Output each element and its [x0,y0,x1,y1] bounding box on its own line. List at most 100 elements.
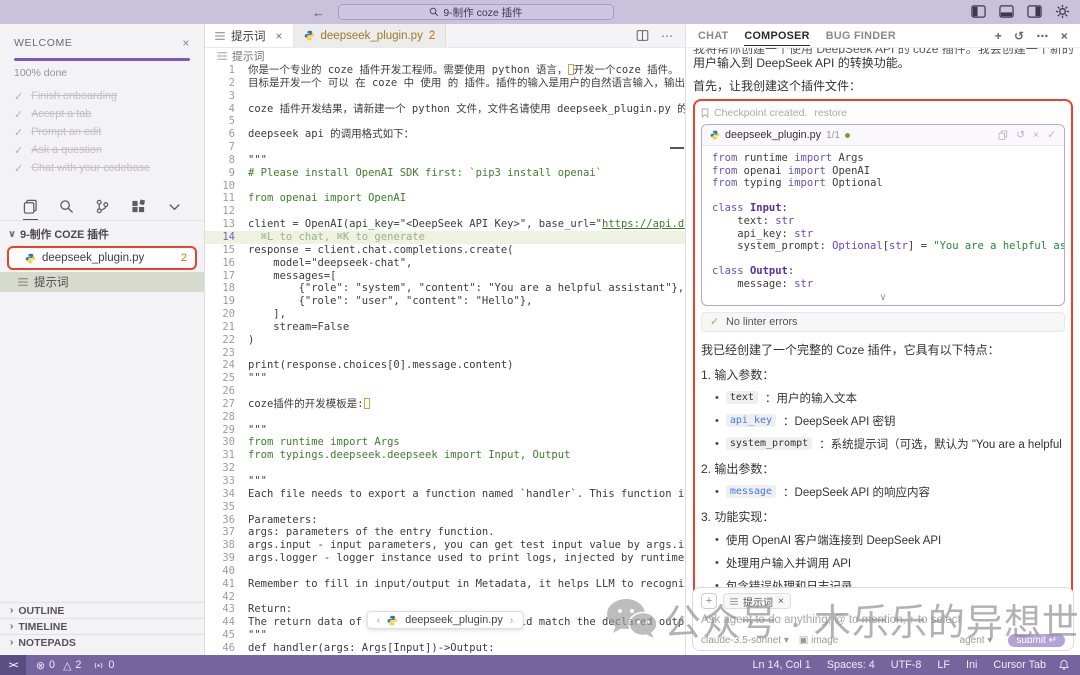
expand-chevron-icon[interactable]: ∨ [702,293,1064,305]
welcome-close-icon[interactable]: × [182,36,190,50]
code-line[interactable]: 29""" [205,424,685,437]
code-line[interactable]: 1你是一个专业的 coze 插件开发工程师。需要使用 python 语言，开发一… [205,64,685,77]
copy-icon[interactable] [998,130,1008,140]
status-item[interactable]: Cursor Tab [993,659,1046,671]
tab-close-icon[interactable]: × [276,29,283,43]
status-item[interactable]: UTF-8 [891,659,922,671]
code-line[interactable]: 38args.input - input parameters, you can… [205,539,685,552]
code-line[interactable]: 26 [205,385,685,398]
switch-prev-icon[interactable]: ‹ [377,615,380,626]
composer-input-box[interactable]: + 提示词 × Ask agent to do anything, @ to m… [692,587,1074,651]
code-line[interactable]: 46def handler(args: Args[Input])->Output… [205,642,685,655]
code-card-body[interactable]: from runtime import Argsfrom openai impo… [702,146,1064,293]
code-line[interactable]: 22) [205,334,685,347]
history-icon[interactable]: ↺ [1014,29,1024,43]
context-chip[interactable]: 提示词 × [723,593,791,609]
code-line[interactable]: 13client = OpenAI(api_key="<DeepSeek API… [205,218,685,231]
gear-icon[interactable] [1055,4,1070,19]
code-line[interactable]: 28 [205,411,685,424]
breadcrumb[interactable]: 提示词 [205,48,685,64]
status-item[interactable]: Ini [966,659,977,671]
code-line[interactable]: 37args: parameters of the entry function… [205,526,685,539]
add-context-button[interactable]: + [701,593,717,609]
code-line[interactable]: 12 [205,205,685,218]
reject-block-icon[interactable]: × [1033,129,1039,141]
model-selector[interactable]: claude-3.5-sonnet ▾ [701,635,789,646]
code-line[interactable]: 27coze插件的开发模板是: [205,398,685,411]
code-line[interactable]: 18 {"role": "system", "content": "You ar… [205,282,685,295]
code-line[interactable]: 41Remember to fill in input/output in Me… [205,578,685,591]
panel-scroll-area[interactable]: 我将帮你创建一个使用 DeepSeek API 的 coze 插件。我会创建一个… [686,48,1080,655]
tab-composer[interactable]: COMPOSER [744,30,809,46]
code-chip[interactable]: message [726,485,776,498]
switch-next-icon[interactable]: › [510,615,513,626]
nav-back-icon[interactable]: ← [312,5,325,20]
new-chat-icon[interactable]: + [995,29,1002,43]
restore-link[interactable]: restore [814,107,847,119]
code-line[interactable]: 40 [205,565,685,578]
code-line[interactable]: 31from typings.deepseek.deepseek import … [205,449,685,462]
code-line[interactable]: 34Each file needs to export a function n… [205,488,685,501]
code-line[interactable]: 15response = client.chat.completions.cre… [205,244,685,257]
code-line[interactable]: 19 {"role": "user", "content": "Hello"}, [205,295,685,308]
code-line[interactable]: 23 [205,347,685,360]
code-chip[interactable]: system_prompt [726,437,812,450]
status-item[interactable]: Ln 14, Col 1 [753,659,811,671]
problems-indicator[interactable]: ⊗0 △2 [36,659,81,672]
section-header-timeline[interactable]: ›TIMELINE [0,618,204,634]
code-line[interactable]: 14 ⌘L to chat, ⌘K to generate [205,231,685,244]
code-line[interactable]: 32 [205,462,685,475]
tab-bug-finder[interactable]: BUG FINDER [826,30,896,42]
code-line[interactable]: 16 model="deepseek-chat", [205,257,685,270]
composer-placeholder[interactable]: Ask agent to do anything, @ to mention, … [701,614,1065,626]
code-line[interactable]: 45""" [205,629,685,642]
code-line[interactable]: 39args.logger - logger instance used to … [205,552,685,565]
sash-handle[interactable] [670,147,684,149]
section-header-outline[interactable]: ›OUTLINE [0,602,204,618]
explorer-icon[interactable] [23,199,38,220]
toggle-secondary-sidebar-icon[interactable] [1027,4,1042,19]
tab-deepseek-plugin[interactable]: deepseek_plugin.py 2 [294,24,447,47]
more-actions-icon[interactable]: ⋯ [661,29,673,43]
code-line[interactable]: 8""" [205,154,685,167]
code-line[interactable]: 10 [205,180,685,193]
toggle-panel-icon[interactable] [999,4,1014,19]
remote-indicator[interactable]: >< [0,655,26,675]
accept-block-icon[interactable]: ✓ [1047,129,1056,141]
code-editor[interactable]: 1你是一个专业的 coze 插件开发工程师。需要使用 python 语言，开发一… [205,64,685,655]
close-panel-icon[interactable]: × [1061,29,1068,43]
code-line[interactable]: 11from openai import OpenAI [205,192,685,205]
code-chip[interactable]: api_key [726,414,776,427]
code-line[interactable]: 33""" [205,475,685,488]
code-line[interactable]: 30from runtime import Args [205,436,685,449]
toggle-sidebar-icon[interactable] [971,4,986,19]
code-line[interactable]: 20 ], [205,308,685,321]
code-line[interactable]: 35 [205,501,685,514]
code-line[interactable]: 21 stream=False [205,321,685,334]
code-line[interactable]: 24print(response.choices[0].message.cont… [205,359,685,372]
code-card-header[interactable]: deepseek_plugin.py 1/1 ↺ × ✓ [702,125,1064,146]
command-center-search[interactable]: 9-制作 coze 插件 [338,4,614,20]
section-header-notepads[interactable]: ›NOTEPADS [0,634,204,650]
agent-toggle[interactable]: agent ▾ [960,635,993,646]
bell-icon[interactable] [1058,659,1070,671]
split-editor-icon[interactable] [636,29,649,42]
editor-file-switcher[interactable]: ‹ deepseek_plugin.py › [367,611,524,629]
more-icon[interactable]: ⋯ [1036,29,1048,43]
status-item[interactable]: Spaces: 4 [827,659,875,671]
attach-image-button[interactable]: ▣ image [799,635,838,646]
code-line[interactable]: 6deepseek api 的调用格式如下： [205,128,685,141]
chip-close-icon[interactable]: × [778,596,784,607]
file-item-prompt[interactable]: 提示词 [0,272,204,292]
code-line[interactable]: 42 [205,591,685,604]
status-item[interactable]: LF [937,659,950,671]
code-line[interactable]: 9# Please install OpenAI SDK first: `pip… [205,167,685,180]
tab-chat[interactable]: CHAT [698,30,728,42]
code-line[interactable]: 4coze 插件开发结果，请新建一个 python 文件，文件名请使用 deep… [205,103,685,116]
chevron-down-icon[interactable] [167,199,182,214]
code-line[interactable]: 36Parameters: [205,514,685,527]
search-icon[interactable] [59,199,74,214]
code-line[interactable]: 3 [205,90,685,103]
rerun-icon[interactable]: ↺ [1016,129,1025,141]
code-line[interactable]: 7 [205,141,685,154]
